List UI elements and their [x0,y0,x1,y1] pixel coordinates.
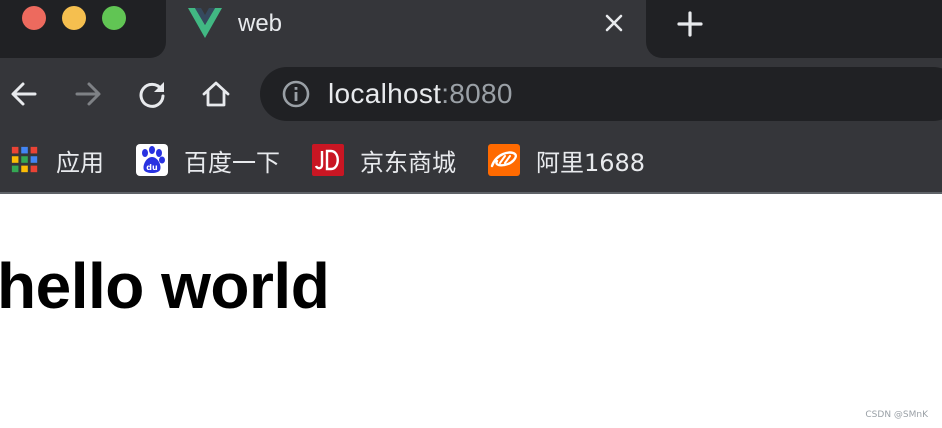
alibaba-1688-icon [488,144,520,176]
back-button[interactable] [6,76,42,112]
jd-icon [312,144,344,176]
bookmark-jd[interactable]: 京东商城 [312,142,456,178]
title-bar: web [0,0,942,58]
forward-button[interactable] [70,76,106,112]
bookmark-label: 阿里1688 [536,148,646,177]
svg-text:du: du [146,163,158,172]
tab-corner-right [646,42,662,58]
bookmark-label: 京东商城 [360,148,456,177]
close-icon [605,14,623,32]
page-heading: hello world [0,250,330,322]
info-icon[interactable] [282,80,310,108]
arrow-left-icon [11,82,37,106]
bookmark-1688[interactable]: 阿里1688 [488,142,645,178]
arrow-right-icon [75,82,101,106]
address-bar[interactable]: localhost:8080 [260,67,942,121]
bookmark-apps[interactable]: 应用 [10,142,104,178]
tab-close-button[interactable] [602,11,626,35]
watermark: CSDN @SMnK [865,410,928,420]
tab-corner-left [150,42,166,58]
home-button[interactable] [198,76,234,112]
url-host: localhost [328,78,442,109]
bookmark-label: 百度一下 [184,148,280,177]
window-close-button[interactable] [22,6,46,30]
url-port: :8080 [441,78,513,109]
page-content: hello world CSDN @SMnK [0,196,942,428]
baidu-icon: du [136,144,168,176]
tab-title: web [238,10,283,37]
bookmark-baidu[interactable]: du 百度一下 [136,142,280,178]
plus-icon [677,11,703,37]
apps-grid-icon [11,146,38,173]
reload-button[interactable] [134,76,170,112]
toolbar: localhost:8080 [0,58,942,130]
window-zoom-button[interactable] [102,6,126,30]
url-text[interactable]: localhost:8080 [328,78,513,110]
window-minimize-button[interactable] [62,6,86,30]
reload-icon [139,82,165,108]
bookmark-label: 应用 [56,148,104,177]
tab-web[interactable]: web [166,0,646,58]
bookmarks-bar: 应用 du 百度一下 京东商城 阿里1688 [0,130,942,194]
vue-logo-icon [188,8,222,38]
new-tab-button[interactable] [676,10,704,38]
home-icon [202,81,230,107]
